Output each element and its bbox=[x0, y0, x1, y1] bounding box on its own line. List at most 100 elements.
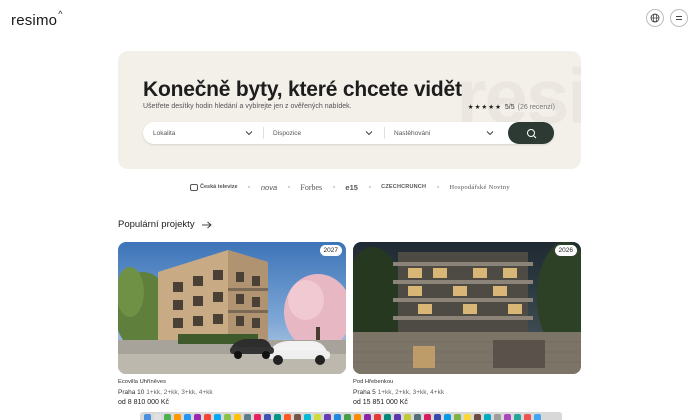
rating-count: (26 recenzí) bbox=[517, 103, 555, 111]
dock-app-icon[interactable] bbox=[534, 413, 541, 420]
dock-app-icon[interactable] bbox=[374, 413, 381, 420]
ct-logo-icon bbox=[190, 183, 198, 191]
popular-projects-link[interactable]: Populární projekty bbox=[118, 219, 212, 230]
dock-app-icon[interactable] bbox=[204, 413, 211, 420]
dock-app-icon[interactable] bbox=[224, 413, 231, 420]
dock-app-icon[interactable] bbox=[334, 413, 341, 420]
dock-app-icon[interactable] bbox=[164, 413, 171, 420]
language-button[interactable] bbox=[646, 9, 664, 27]
project-name: Ecovilla Uhříněves bbox=[118, 379, 167, 385]
locality-label: Lokalita bbox=[153, 129, 176, 137]
divider bbox=[263, 127, 264, 139]
dock-app-icon[interactable] bbox=[474, 413, 481, 420]
dock-app-icon[interactable] bbox=[264, 413, 271, 420]
dock-app-icon[interactable] bbox=[394, 413, 401, 420]
press-logo-ceska-televize: Česká televize bbox=[190, 183, 238, 191]
project-image[interactable]: 2026 bbox=[353, 242, 581, 374]
arrow-right-icon bbox=[201, 221, 212, 228]
project-image[interactable]: 2027 bbox=[118, 242, 346, 374]
dock-app-icon[interactable] bbox=[514, 413, 521, 420]
dock-app-icon[interactable] bbox=[524, 413, 531, 420]
dock-app-icon[interactable] bbox=[444, 413, 451, 420]
dock-app-icon[interactable] bbox=[404, 413, 411, 420]
layout-dropdown[interactable]: Dispozice bbox=[273, 122, 373, 144]
os-dock bbox=[140, 412, 562, 420]
dock-app-icon[interactable] bbox=[314, 413, 321, 420]
dock-app-icon[interactable] bbox=[414, 413, 421, 420]
move-in-label: Nastěhování bbox=[394, 129, 431, 137]
dock-app-icon[interactable] bbox=[324, 413, 331, 420]
dock-app-icon[interactable] bbox=[194, 413, 201, 420]
chevron-down-icon bbox=[486, 131, 494, 136]
dock-app-icon[interactable] bbox=[184, 413, 191, 420]
dock-app-icon[interactable] bbox=[354, 413, 361, 420]
dock-app-icon[interactable] bbox=[464, 413, 471, 420]
dock-app-icon[interactable] bbox=[294, 413, 301, 420]
press-logo-nova: nova bbox=[260, 182, 278, 192]
dock-app-icon[interactable] bbox=[344, 413, 351, 420]
locality-dropdown[interactable]: Lokalita bbox=[153, 122, 253, 144]
search-icon bbox=[526, 128, 536, 138]
dock-app-icon[interactable] bbox=[454, 413, 461, 420]
press-logo-e15: e15 bbox=[345, 182, 358, 192]
divider-dot bbox=[287, 186, 290, 188]
dock-app-icon[interactable] bbox=[284, 413, 291, 420]
move-in-dropdown[interactable]: Nastěhování bbox=[394, 122, 494, 144]
project-location: Praha 10 1+kk, 2+kk, 3+kk, 4+kk bbox=[118, 389, 346, 396]
dock-app-icon[interactable] bbox=[384, 413, 391, 420]
year-badge: 2026 bbox=[554, 245, 577, 256]
section-title: Populární projekty bbox=[118, 219, 195, 230]
project-layouts: 1+kk, 2+kk, 3+kk, 4+kk bbox=[146, 389, 213, 396]
project-card[interactable]: 2026 Pod Hřebenkou Praha 5 1+kk, 2+kk, 3… bbox=[353, 242, 581, 406]
divider-dot bbox=[436, 186, 439, 188]
dock-app-icon[interactable] bbox=[174, 413, 181, 420]
layout-label: Dispozice bbox=[273, 129, 302, 137]
rating[interactable]: ★★★★★ 5/5 (26 recenzí) bbox=[467, 103, 555, 112]
dock-app-icon[interactable] bbox=[214, 413, 221, 420]
year-badge: 2027 bbox=[319, 245, 342, 256]
building-photo bbox=[353, 242, 581, 374]
dock-app-icon[interactable] bbox=[304, 413, 311, 420]
hamburger-menu-icon bbox=[676, 16, 682, 20]
dock-app-icon[interactable] bbox=[504, 413, 511, 420]
dock-app-icon[interactable] bbox=[424, 413, 431, 420]
rating-score: 5/5 bbox=[504, 103, 515, 111]
divider-dot bbox=[332, 186, 335, 188]
rating-stars-icon: ★★★★★ bbox=[467, 104, 502, 111]
project-card[interactable]: 2027 Ecovilla Uhříněves Praha 10 1+kk, 2… bbox=[118, 242, 346, 406]
hero-section: resi Konečně byty, které chcete vidět Uš… bbox=[118, 51, 581, 169]
divider-dot bbox=[368, 186, 371, 188]
site-header: resimo^ bbox=[0, 0, 700, 38]
dock-app-icon[interactable] bbox=[244, 413, 251, 420]
dock-app-icon[interactable] bbox=[494, 413, 501, 420]
divider-dot bbox=[248, 186, 251, 188]
globe-icon bbox=[650, 13, 660, 23]
project-layouts: 1+kk, 2+kk, 3+kk, 4+kk bbox=[377, 389, 445, 396]
press-logo-hospodarske-noviny: Hospodářské Noviny bbox=[449, 183, 510, 191]
press-logo-czechcrunch: CZECHCRUNCH bbox=[381, 184, 427, 190]
project-location: Praha 5 1+kk, 2+kk, 3+kk, 4+kk bbox=[353, 389, 581, 396]
press-logo-forbes: Forbes bbox=[300, 182, 323, 192]
building-photo bbox=[118, 242, 346, 374]
dock-app-icon[interactable] bbox=[364, 413, 371, 420]
project-price: od 8 810 000 Kč bbox=[118, 399, 169, 406]
project-district: Praha 5 bbox=[353, 389, 376, 396]
dock-app-icon[interactable] bbox=[254, 413, 261, 420]
dock-app-icon[interactable] bbox=[274, 413, 281, 420]
dock-app-icon[interactable] bbox=[434, 413, 441, 420]
hero-title: Konečně byty, které chcete vidět bbox=[143, 78, 462, 101]
chevron-down-icon bbox=[245, 131, 253, 136]
press-logos: Česká televize nova Forbes e15 CZECHCRUN… bbox=[190, 181, 510, 193]
divider bbox=[384, 127, 385, 139]
menu-button[interactable] bbox=[670, 9, 688, 27]
dock-app-icon[interactable] bbox=[154, 413, 161, 420]
dock-app-icon[interactable] bbox=[234, 413, 241, 420]
search-button[interactable] bbox=[508, 122, 554, 144]
logo[interactable]: resimo^ bbox=[11, 9, 62, 29]
search-bar: Lokalita Dispozice Nastěhování bbox=[143, 122, 554, 144]
hero-subtitle: Ušetřete desítky hodin hledání a vybírej… bbox=[143, 103, 352, 110]
project-price: od 15 851 000 Kč bbox=[353, 399, 408, 406]
dock-app-icon[interactable] bbox=[144, 413, 151, 420]
dock-app-icon[interactable] bbox=[484, 413, 491, 420]
project-name: Pod Hřebenkou bbox=[353, 379, 394, 385]
